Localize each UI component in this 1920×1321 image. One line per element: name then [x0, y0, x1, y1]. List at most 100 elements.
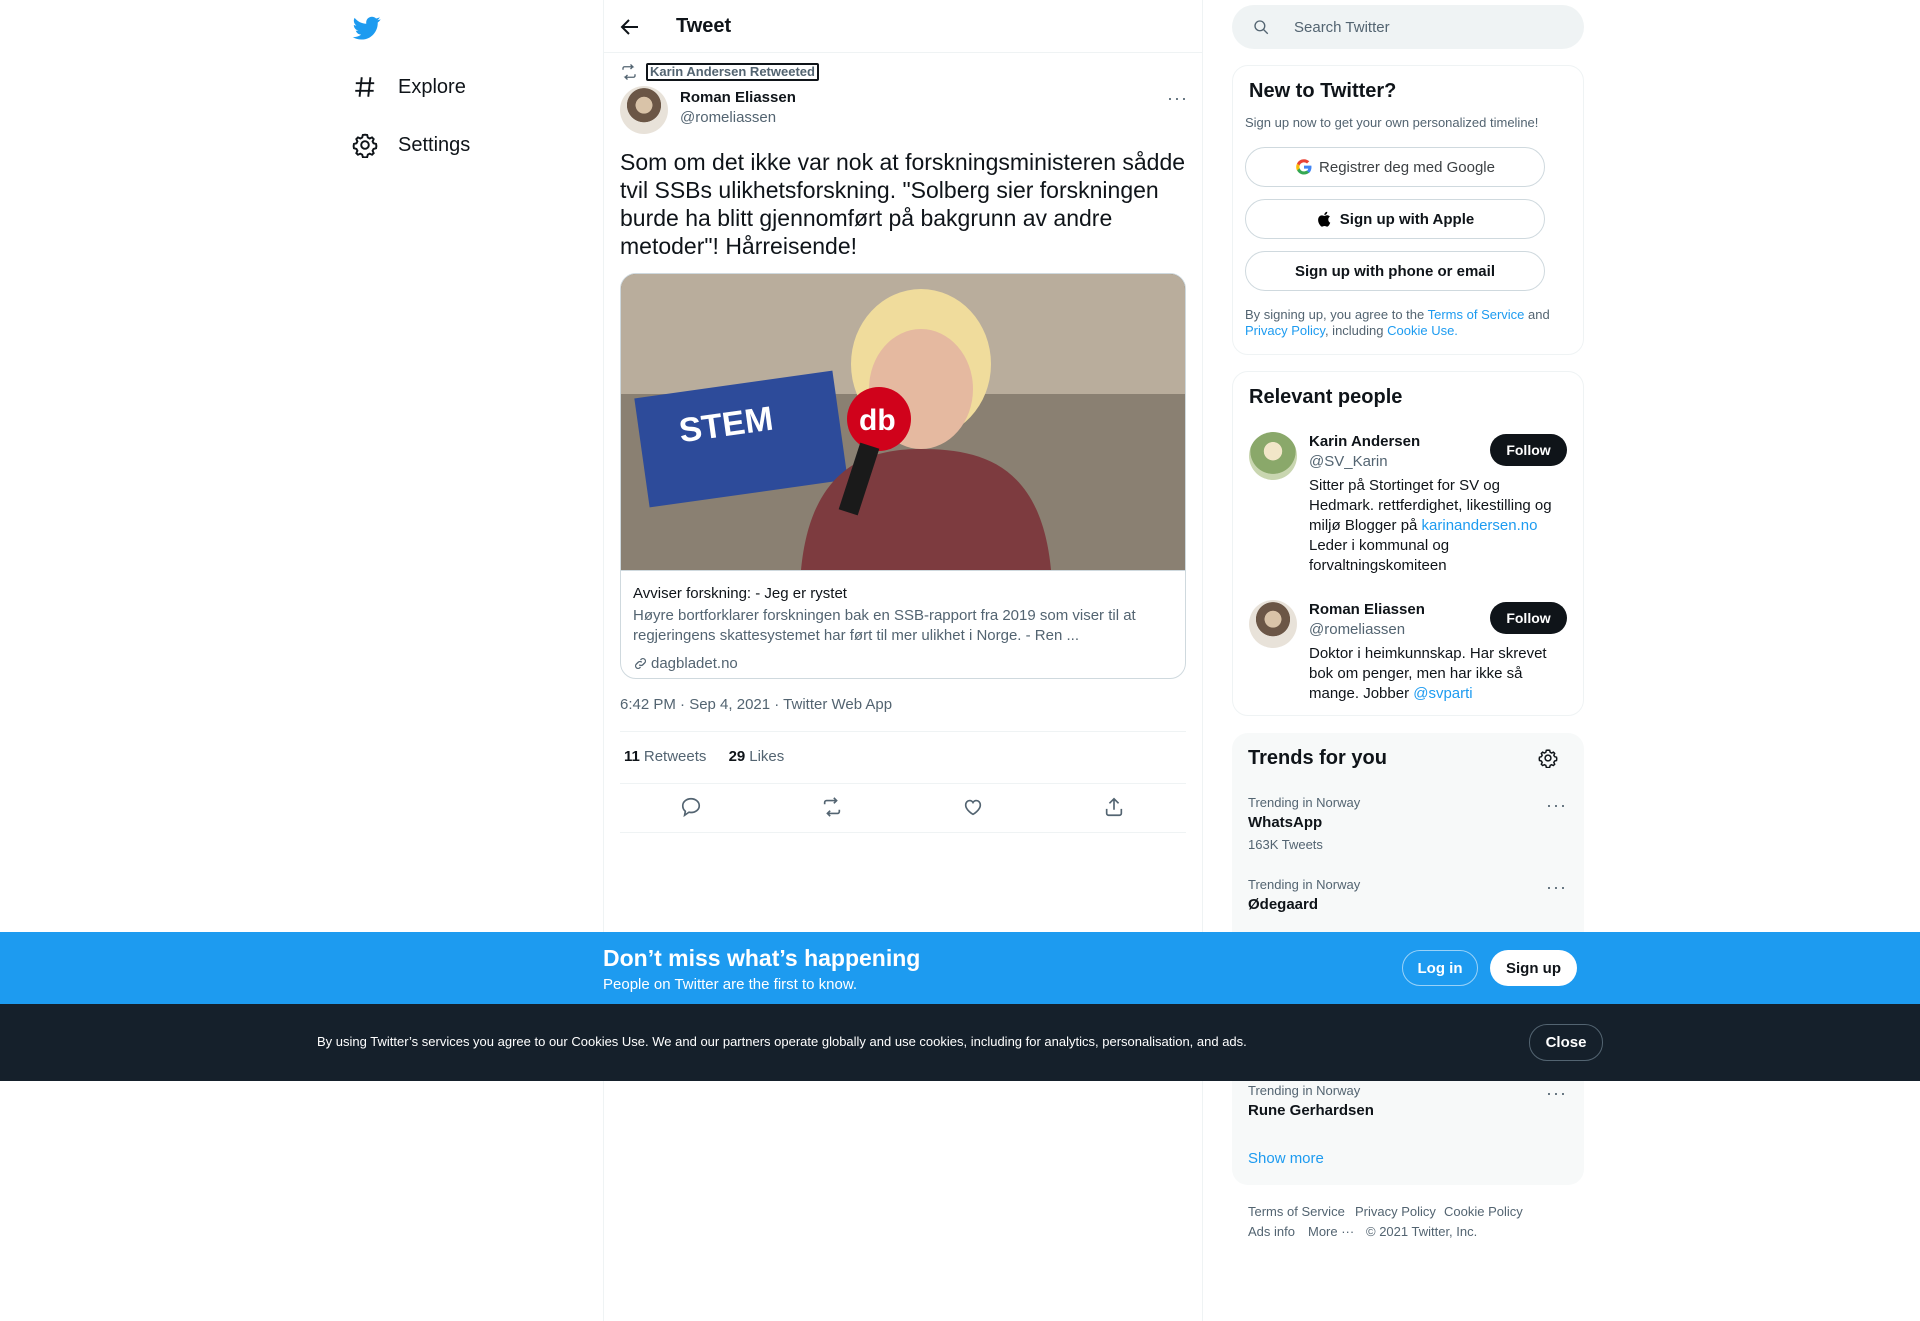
reply-icon[interactable] [680, 796, 702, 818]
close-button[interactable]: Close [1529, 1024, 1603, 1061]
column-divider [603, 0, 604, 1321]
trend-context: Trending in Norway [1248, 877, 1361, 892]
trend-name: Ødegaard [1248, 896, 1319, 913]
follow-button[interactable]: Follow [1490, 434, 1567, 466]
follow-button[interactable]: Follow [1490, 602, 1567, 634]
footer-terms-link[interactable]: Terms of Service [1248, 1204, 1345, 1219]
hashtag-icon [355, 77, 375, 97]
more-icon[interactable]: ··· [1546, 878, 1567, 896]
retweets-stat[interactable]: 11 Retweets [624, 748, 706, 765]
signup-banner: Don’t miss what’s happening People on Tw… [0, 932, 1920, 1004]
search-input[interactable] [1294, 18, 1554, 36]
tweet-text: Som om det ikke var nok at forskningsmin… [620, 149, 1186, 259]
footer-more-link[interactable]: More ··· [1308, 1224, 1354, 1239]
cookie-bar: By using Twitter’s services you agree to… [0, 1004, 1920, 1081]
card-title: Avviser forskning: - Jeg er rystet [633, 585, 847, 602]
person-handle[interactable]: @SV_Karin [1309, 453, 1388, 470]
column-divider [1202, 0, 1203, 1321]
banner-subtitle: People on Twitter are the first to know. [603, 976, 858, 993]
link-icon [635, 658, 646, 669]
nav-item-explore[interactable]: Explore [352, 70, 466, 104]
footer-ads-link[interactable]: Ads info [1248, 1224, 1295, 1239]
share-icon[interactable] [1103, 796, 1125, 818]
retweet-icon[interactable] [821, 796, 843, 818]
signup-box-title: New to Twitter? [1249, 80, 1397, 102]
bio-link[interactable]: @svparti [1413, 685, 1472, 702]
more-icon[interactable]: ··· [1167, 89, 1188, 107]
avatar[interactable] [620, 86, 668, 134]
card-domain-label: dagbladet.no [651, 655, 738, 672]
legal-and: and [1524, 307, 1550, 322]
footer-privacy-link[interactable]: Privacy Policy [1355, 1204, 1436, 1219]
page-title: Tweet [676, 15, 732, 37]
login-button[interactable]: Log in [1402, 950, 1478, 986]
card-photo: STEM db [621, 274, 1185, 570]
trend-context: Trending in Norway [1248, 1083, 1361, 1098]
retweeted-by-link[interactable]: Karin Andersen Retweeted [646, 63, 819, 81]
person-bio: Doktor i heimkunnskap. Har skrevet bok o… [1309, 644, 1565, 704]
cookie-text: By using Twitter’s services you agree to… [317, 1034, 1247, 1049]
nav-item-settings[interactable]: Settings [352, 128, 470, 162]
avatar[interactable] [1249, 432, 1297, 480]
author-handle[interactable]: @romeliassen [680, 109, 776, 126]
apple-signup-button[interactable]: Sign up with Apple [1245, 199, 1545, 239]
trends-title: Trends for you [1248, 747, 1387, 769]
gear-icon [352, 133, 378, 158]
divider [620, 731, 1186, 732]
bio-suffix: Leder i kommunal og forvaltningskomiteen [1309, 537, 1450, 574]
likes-count: 29 [728, 748, 746, 765]
apple-signup-label: Sign up with Apple [1339, 210, 1475, 228]
signup-box-subtitle: Sign up now to get your own personalized… [1245, 115, 1539, 130]
link-card[interactable]: STEM db Avviser forskning: - Jeg er ryst… [620, 273, 1186, 679]
retweet-icon [622, 64, 636, 80]
legal-including: , including [1324, 323, 1388, 338]
retweets-count: 11 [624, 748, 640, 765]
trend-context: Trending in Norway [1248, 795, 1361, 810]
bio-link[interactable]: karinandersen.no [1422, 517, 1538, 534]
svg-text:db: db [859, 404, 896, 437]
twitter-logo-icon[interactable] [352, 14, 382, 42]
search-bar[interactable] [1232, 5, 1584, 49]
relevant-people-box: Relevant people Karin Andersen @SV_Karin… [1232, 371, 1584, 716]
banner-title: Don’t miss what’s happening [603, 945, 921, 971]
card-description: Høyre bortforklarer forskningen bak en S… [633, 607, 1136, 644]
likes-label: Likes [749, 748, 785, 765]
phone-signup-label: Sign up with phone or email [1294, 262, 1495, 280]
footer-cookie-link[interactable]: Cookie Policy [1444, 1204, 1523, 1219]
search-icon [1254, 20, 1269, 35]
footer-copyright: © 2021 Twitter, Inc. [1366, 1224, 1478, 1239]
person-handle[interactable]: @romeliassen [1309, 621, 1405, 638]
avatar[interactable] [1249, 600, 1297, 648]
likes-stat[interactable]: 29 Likes [729, 748, 785, 765]
person-bio: Sitter på Stortinget for SV og Hedmark. … [1309, 476, 1565, 576]
card-body: Avviser forskning: - Jeg er rystet Høyre… [621, 570, 1185, 678]
gear-icon[interactable] [1538, 748, 1558, 768]
signup-button[interactable]: Sign up [1490, 950, 1577, 986]
nav-item-label: Explore [398, 75, 466, 98]
person-name[interactable]: Roman Eliassen [1309, 601, 1425, 618]
more-icon[interactable]: ··· [1546, 1084, 1567, 1102]
google-signup-button[interactable]: Registrer deg med Google [1245, 147, 1545, 187]
google-signup-label: Registrer deg med Google [1319, 158, 1495, 176]
phone-signup-button[interactable]: Sign up with phone or email [1245, 251, 1545, 291]
author-name[interactable]: Roman Eliassen [680, 89, 796, 106]
cookie-use-link[interactable]: Cookie Use. [1387, 323, 1458, 338]
like-icon[interactable] [962, 796, 984, 818]
relevant-people-title: Relevant people [1249, 386, 1403, 408]
signup-box: New to Twitter? Sign up now to get your … [1232, 65, 1584, 355]
apple-icon [1317, 211, 1331, 227]
legal-prefix: By signing up, you agree to the [1245, 307, 1428, 322]
signup-legal: By signing up, you agree to the Terms of… [1245, 307, 1565, 339]
show-more-link[interactable]: Show more [1248, 1150, 1324, 1167]
person-name[interactable]: Karin Andersen [1309, 433, 1420, 450]
tweet-timestamp[interactable]: 6:42 PM · Sep 4, 2021 · Twitter Web App [620, 696, 892, 713]
nav-item-label: Settings [398, 133, 471, 156]
divider [620, 783, 1186, 784]
terms-link[interactable]: Terms of Service [1428, 307, 1525, 322]
divider [620, 832, 1186, 833]
trend-name: WhatsApp [1248, 814, 1323, 831]
card-domain: dagbladet.no [633, 655, 738, 672]
back-arrow-icon[interactable] [618, 15, 642, 39]
more-icon[interactable]: ··· [1546, 796, 1567, 814]
privacy-link[interactable]: Privacy Policy [1245, 323, 1325, 338]
